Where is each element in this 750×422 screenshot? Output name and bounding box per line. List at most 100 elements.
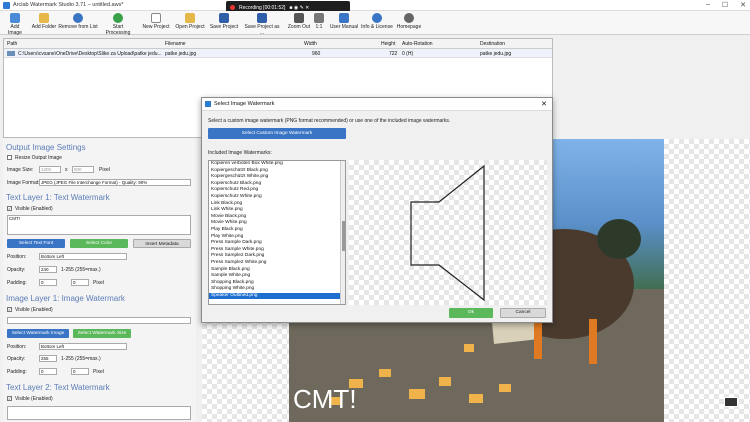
ok-button[interactable]: Ok [449, 308, 493, 318]
add-image-button[interactable]: Add Image [3, 13, 27, 36]
zoom-1to1-button[interactable]: 1:1 [314, 13, 324, 30]
resize-checkbox[interactable] [7, 155, 12, 160]
text-layer2-heading: Text Layer 2: Text Watermark [6, 383, 110, 392]
zoom-out-button[interactable]: Zoom Out [287, 13, 311, 30]
remove-from-list-button[interactable]: Remove from List [58, 13, 98, 30]
list-item[interactable]: Movie White.png [209, 220, 345, 227]
image1-padding-y[interactable]: 0 [71, 368, 89, 375]
watermark-preview [349, 160, 547, 305]
scrollbar-thumb[interactable] [342, 221, 345, 251]
text1-padding-y[interactable]: 0 [71, 279, 89, 286]
corner-watermark-badge [724, 397, 738, 407]
new-project-button[interactable]: New Project [142, 13, 170, 30]
title-bar: Arclab Watermark Studio 3.71 – untitled.… [0, 0, 750, 11]
list-item[interactable]: Press Sample2 White.png [209, 260, 345, 267]
image-format-select[interactable]: JPEG (JPEG File Interchange Format) - Qu… [39, 179, 191, 186]
table-row[interactable]: C:\Users\cvsane\OneDrive\Desktop\Slike z… [4, 49, 552, 58]
add-folder-icon [39, 13, 49, 23]
list-item[interactable]: Press Sample2 Dark.png [209, 253, 345, 260]
image1-opacity-input[interactable]: 255 [39, 355, 57, 362]
maximize-icon[interactable]: ☐ [722, 1, 728, 9]
recording-label: Recording [00:01:52] [239, 4, 286, 11]
image-layer1-heading: Image Layer 1: Image Watermark [6, 294, 125, 303]
window-controls: – ☐ ✕ [706, 1, 746, 9]
select-watermark-image-button[interactable]: Select Watermark Image [7, 329, 69, 338]
dialog-titlebar: Select Image Watermark ✕ [202, 98, 552, 111]
dialog-close-icon[interactable]: ✕ [541, 100, 547, 108]
window-title: Arclab Watermark Studio 3.71 – untitled.… [13, 2, 124, 8]
info-icon [372, 13, 382, 23]
select-watermark-size-button[interactable]: Select Watermark Size [73, 329, 131, 338]
height-input[interactable]: 800 [72, 166, 94, 173]
camera-icon[interactable]: ■ ◉ ✎ ✕ [289, 5, 309, 11]
minimize-icon[interactable]: – [706, 1, 710, 9]
start-processing-button[interactable]: Start Processing [101, 13, 135, 36]
play-icon [113, 13, 123, 23]
list-item[interactable]: Play Black.png [209, 227, 345, 234]
save-project-as-button[interactable]: Save Project as ... [243, 13, 281, 36]
list-item[interactable]: Link White.png [209, 207, 345, 214]
watermark-image-path[interactable] [7, 317, 191, 324]
cancel-button[interactable]: Cancel [500, 308, 546, 318]
list-item[interactable]: Speaker Outlined.png [209, 292, 345, 300]
list-item[interactable]: Kopierschutz Red.png [209, 187, 345, 194]
dialog-title: Select Image Watermark [214, 101, 275, 107]
text-layer1-heading: Text Layer 1: Text Watermark [6, 193, 110, 202]
list-item[interactable]: Shopping White.png [209, 286, 345, 293]
dialog-app-icon [205, 101, 211, 107]
toolbar: Add Image Add Folder Remove from List St… [0, 11, 750, 36]
homepage-button[interactable]: Homepage [394, 13, 424, 30]
included-watermarks-label: Included Image Watermarks: [208, 150, 272, 156]
user-manual-button[interactable]: User Manual [328, 13, 360, 30]
close-icon[interactable]: ✕ [740, 1, 746, 9]
image1-padding-x[interactable]: 0 [39, 368, 57, 375]
list-item[interactable]: Kopiergeschützt White.png [209, 174, 345, 181]
add-image-icon [10, 13, 20, 23]
col-height[interactable]: Height [381, 41, 395, 47]
image-thumb-icon [7, 51, 15, 56]
text1-opacity-input[interactable]: 240 [39, 266, 57, 273]
insert-metadata-button[interactable]: Insert Metadata [133, 239, 191, 248]
col-auto-rotation[interactable]: Auto-Rotation [402, 41, 433, 47]
new-project-icon [151, 13, 161, 23]
one-to-one-icon [314, 13, 324, 23]
list-item[interactable]: Sample White.png [209, 273, 345, 280]
add-folder-button[interactable]: Add Folder [30, 13, 58, 30]
transparent-area-right [664, 139, 750, 422]
text2-visible-checkbox[interactable]: ✓ [7, 396, 12, 401]
text1-visible-checkbox[interactable]: ✓ [7, 206, 12, 211]
save-project-button[interactable]: Save Project [209, 13, 239, 30]
app-icon [3, 2, 10, 9]
watermark-list[interactable]: Kopieren verboten Box White.png Kopierges… [208, 160, 346, 305]
watermark-list-scrollbar[interactable] [340, 161, 345, 304]
select-custom-watermark-button[interactable]: Select Custom Image Watermark [208, 128, 346, 139]
info-license-button[interactable]: Info & License [361, 13, 393, 30]
watermark-text-input[interactable]: CMT! [7, 215, 191, 235]
zoom-out-icon [294, 13, 304, 23]
select-image-watermark-dialog: Select Image Watermark ✕ Select a custom… [201, 97, 553, 323]
text2-input[interactable] [7, 406, 191, 420]
open-project-button[interactable]: Open Project [175, 13, 205, 30]
remove-icon [73, 13, 83, 23]
image1-visible-checkbox[interactable]: ✓ [7, 307, 12, 312]
list-item[interactable]: Press Sample Dark.png [209, 240, 345, 247]
col-destination[interactable]: Destination [480, 41, 505, 47]
record-icon[interactable] [230, 5, 235, 10]
col-filename[interactable]: Filename [165, 41, 186, 47]
save-as-icon [257, 13, 267, 23]
at-icon [404, 13, 414, 23]
select-color-button[interactable]: Select Color [70, 239, 128, 248]
col-path[interactable]: Path [7, 41, 17, 47]
list-item[interactable]: Kopieren verboten Box White.png [209, 161, 345, 168]
col-width[interactable]: Width [304, 41, 317, 47]
text1-padding-x[interactable]: 0 [39, 279, 57, 286]
list-item[interactable]: Kopierschutz White.png [209, 194, 345, 201]
open-folder-icon [185, 13, 195, 23]
save-icon [219, 13, 229, 23]
select-text-font-button[interactable]: Select Text Font [7, 239, 65, 248]
text1-position-select[interactable]: Bottom Left [39, 253, 127, 260]
width-input[interactable]: 1200 [39, 166, 61, 173]
output-settings-heading: Output Image Settings [6, 143, 86, 152]
image1-position-select[interactable]: Bottom Left [39, 343, 127, 350]
dialog-description: Select a custom image watermark (PNG for… [208, 118, 451, 124]
